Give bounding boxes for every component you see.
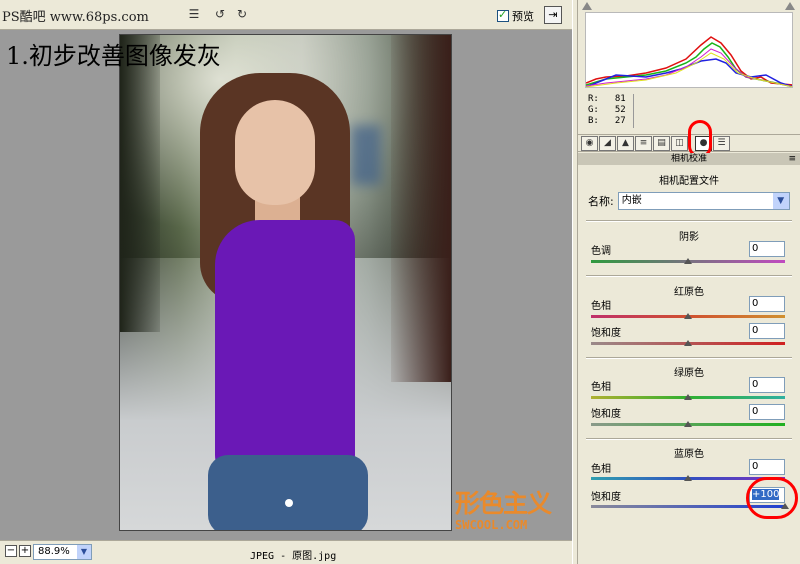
slider-thumb[interactable] (684, 313, 692, 319)
profile-select[interactable]: 内嵌 ▼ (617, 192, 790, 210)
presets-icon[interactable]: ☰ (713, 136, 730, 151)
blue-hue-input[interactable]: 0 (749, 459, 785, 475)
adjustments-panel: R: 81 G: 52 B: 27 ◉ ◢ ▲ ≡ ▤ ◫ ● ☰ 相机校准 ≡ 相机… (578, 0, 800, 564)
slider-label: 饱和度 (591, 492, 621, 503)
slider-thumb[interactable] (684, 258, 692, 264)
preview-checkbox[interactable] (497, 8, 509, 22)
preview-toggle[interactable]: 预览 (497, 8, 534, 24)
brand-url: SWCOOL.COM (455, 518, 528, 532)
readout-value: 52 (614, 105, 626, 115)
profile-select-value: 内嵌 (621, 195, 642, 206)
histogram-graph (586, 35, 792, 87)
section-title: 相机校准 (670, 154, 707, 164)
slider-label: 色相 (591, 382, 611, 393)
image-workspace: PS酷吧 www.68ps.com ☰ ↺ ↻ 预览 ⇥ 1.初步改善图像发灰 … (0, 0, 572, 564)
brand-logo: 形色主义 (455, 489, 552, 518)
file-info: JPEG - 原图.jpg (250, 551, 337, 562)
chevron-down-icon: ▼ (772, 193, 789, 209)
tone-curve-icon[interactable]: ◢ (599, 136, 616, 151)
step-title: 1.初步改善图像发灰 (6, 42, 221, 70)
readout-label: R: (588, 94, 599, 104)
highlight-clipping-icon[interactable] (785, 2, 795, 10)
preview-image[interactable] (119, 34, 452, 531)
hsl-icon[interactable]: ≡ (635, 136, 652, 151)
slider-label: 饱和度 (591, 409, 621, 420)
rotate-left-icon[interactable]: ↺ (212, 6, 228, 22)
group-title-blue: 蓝原色 (674, 449, 704, 460)
name-label: 名称: (588, 195, 614, 208)
red-saturation-input[interactable]: 0 (749, 323, 785, 339)
readout-value: 27 (614, 116, 626, 126)
shadow-tint-input[interactable]: 0 (749, 241, 785, 257)
sample-point-marker[interactable] (285, 499, 293, 507)
slider-thumb[interactable] (684, 475, 692, 481)
zoom-value: 88.9% (38, 546, 70, 557)
slider-label: 色相 (591, 464, 611, 475)
shadow-clipping-icon[interactable] (582, 2, 592, 10)
slider-thumb[interactable] (684, 421, 692, 427)
zoom-out-button[interactable]: − (5, 545, 17, 557)
detail-icon[interactable]: ▲ (617, 136, 634, 151)
toolbar: PS酷吧 www.68ps.com ☰ ↺ ↻ 预览 ⇥ (0, 0, 572, 30)
site-watermark: PS酷吧 www.68ps.com (2, 10, 149, 25)
brand-watermark: 形色主义 SWCOOL.COM (455, 484, 567, 532)
zoom-in-button[interactable]: + (19, 545, 31, 557)
preview-label: 预览 (512, 10, 534, 23)
panel-menu-icon[interactable]: ≡ (788, 153, 796, 165)
rgb-readout: R: 81 G: 52 B: 27 (588, 94, 626, 127)
slider-label: 色调 (591, 246, 611, 257)
readout-label: B: (588, 116, 599, 126)
zoom-select[interactable]: 88.9% ▼ (33, 544, 92, 560)
basic-icon[interactable]: ◉ (581, 136, 598, 151)
section-header: 相机校准 ≡ (578, 153, 800, 165)
green-saturation-input[interactable]: 0 (749, 404, 785, 420)
lens-corrections-icon[interactable]: ◫ (671, 136, 688, 151)
readout-label: G: (588, 105, 599, 115)
slider-thumb[interactable] (684, 340, 692, 346)
histogram (585, 12, 793, 88)
readout-value: 81 (614, 94, 626, 104)
rotate-right-icon[interactable]: ↻ (234, 6, 250, 22)
highlight-circle (746, 477, 798, 519)
slider-label: 色相 (591, 301, 611, 312)
split-toning-icon[interactable]: ▤ (653, 136, 670, 151)
profile-title: 相机配置文件 (659, 176, 719, 187)
list-icon[interactable]: ☰ (186, 6, 202, 22)
status-bar: − + 88.9% ▼ JPEG - 原图.jpg (0, 540, 572, 564)
fullscreen-button[interactable]: ⇥ (544, 6, 562, 24)
slider-label: 饱和度 (591, 328, 621, 339)
red-hue-input[interactable]: 0 (749, 296, 785, 312)
profile-name-row: 名称: 内嵌 ▼ (588, 192, 790, 210)
green-hue-input[interactable]: 0 (749, 377, 785, 393)
chevron-down-icon: ▼ (77, 545, 91, 559)
slider-thumb[interactable] (684, 394, 692, 400)
